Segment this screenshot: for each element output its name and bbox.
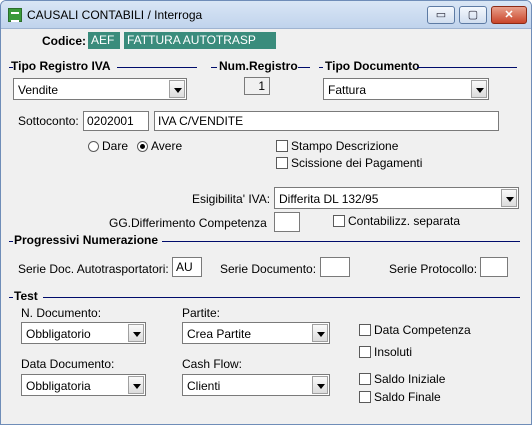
chevron-down-icon[interactable] [501,189,517,207]
cash-flow-select[interactable]: Clienti [182,374,330,396]
cash-flow-label: Cash Flow: [182,357,243,371]
dare-radio[interactable] [88,141,99,152]
chevron-down-icon[interactable] [471,80,487,98]
esigibilita-select[interactable]: Differita DL 132/95 [274,187,519,209]
avere-radio[interactable] [137,141,148,152]
tipo-registro-label: Tipo Registro IVA [11,59,111,73]
serie-documento-input[interactable] [320,257,350,277]
chevron-down-icon[interactable] [312,324,328,342]
saldo-iniziale-label: Saldo Iniziale [374,372,446,386]
stampo-descrizione-checkbox[interactable] [276,140,288,152]
serie-protocollo-label: Serie Protocollo: [389,262,478,276]
codice-label: Codice: [42,34,87,48]
gg-differimento-input[interactable] [274,212,300,232]
esigibilita-label: Esigibilita' IVA: [192,192,271,206]
chevron-down-icon[interactable] [128,324,144,342]
partite-value: Crea Partite [187,327,252,341]
chevron-down-icon[interactable] [169,80,185,98]
chevron-down-icon[interactable] [312,376,328,394]
cash-flow-value: Clienti [187,379,221,393]
avere-label: Avere [151,139,183,153]
tipo-documento-select[interactable]: Fattura [323,78,489,100]
tipo-documento-label: Tipo Documento [325,59,420,73]
serie-documento-label: Serie Documento: [220,262,317,276]
tipo-registro-value: Vendite [18,83,59,97]
data-competenza-label: Data Competenza [374,323,471,337]
data-documento-select[interactable]: Obbligatoria [21,374,146,396]
partite-select[interactable]: Crea Partite [182,322,330,344]
window-title: CAUSALI CONTABILI / Interroga [27,8,203,22]
codice-code[interactable]: AEF [88,32,120,49]
minimize-button[interactable]: ▭ [427,6,455,24]
esigibilita-value: Differita DL 132/95 [279,192,379,206]
contabilizz-separata-checkbox[interactable] [333,215,345,227]
saldo-finale-checkbox[interactable] [359,391,371,403]
stampo-descrizione-label: Stampo Descrizione [291,139,399,153]
close-button[interactable]: ✕ [491,6,527,24]
n-documento-select[interactable]: Obbligatorio [21,322,146,344]
sottoconto-code-input[interactable]: 0202001 [83,111,149,131]
insoluti-checkbox[interactable] [359,346,371,358]
tipo-registro-select[interactable]: Vendite [13,78,187,100]
causali-contabili-window: CAUSALI CONTABILI / Interroga ▭ ▢ ✕ Codi… [0,0,532,425]
test-label: Test [14,289,38,303]
app-icon [8,8,22,22]
tipo-documento-value: Fattura [328,83,367,97]
gg-differimento-label: GG.Differimento Competenza [109,216,267,230]
data-documento-label: Data Documento: [21,357,115,371]
partite-label: Partite: [182,306,221,320]
contabilizz-separata-label: Contabilizz. separata [348,214,461,228]
codice-description: FATTURA AUTOTRASP [124,32,276,49]
num-registro-label: Num.Registro [219,59,298,73]
n-documento-value: Obbligatorio [26,327,91,341]
n-documento-label: N. Documento: [21,306,102,320]
maximize-button[interactable]: ▢ [459,6,487,24]
insoluti-label: Insoluti [374,345,413,359]
scissione-pagamenti-label: Scissione dei Pagamenti [291,156,423,170]
data-competenza-checkbox[interactable] [359,324,371,336]
serie-autotrasp-input[interactable]: AU [172,257,202,277]
saldo-iniziale-checkbox[interactable] [359,373,371,385]
saldo-finale-label: Saldo Finale [374,390,441,404]
sottoconto-description-input[interactable]: IVA C/VENDITE [154,111,499,131]
progressivi-label: Progressivi Numerazione [14,233,159,247]
sottoconto-label: Sottoconto: [18,114,79,128]
chevron-down-icon[interactable] [128,376,144,394]
num-registro-field[interactable]: 1 [244,77,270,95]
dare-label: Dare [102,139,129,153]
serie-protocollo-input[interactable] [480,257,508,277]
scissione-pagamenti-checkbox[interactable] [276,157,288,169]
data-documento-value: Obbligatoria [26,379,91,393]
title-bar: CAUSALI CONTABILI / Interroga ▭ ▢ ✕ [1,1,531,29]
serie-autotrasp-label: Serie Doc. Autotrasportatori: [18,262,169,276]
